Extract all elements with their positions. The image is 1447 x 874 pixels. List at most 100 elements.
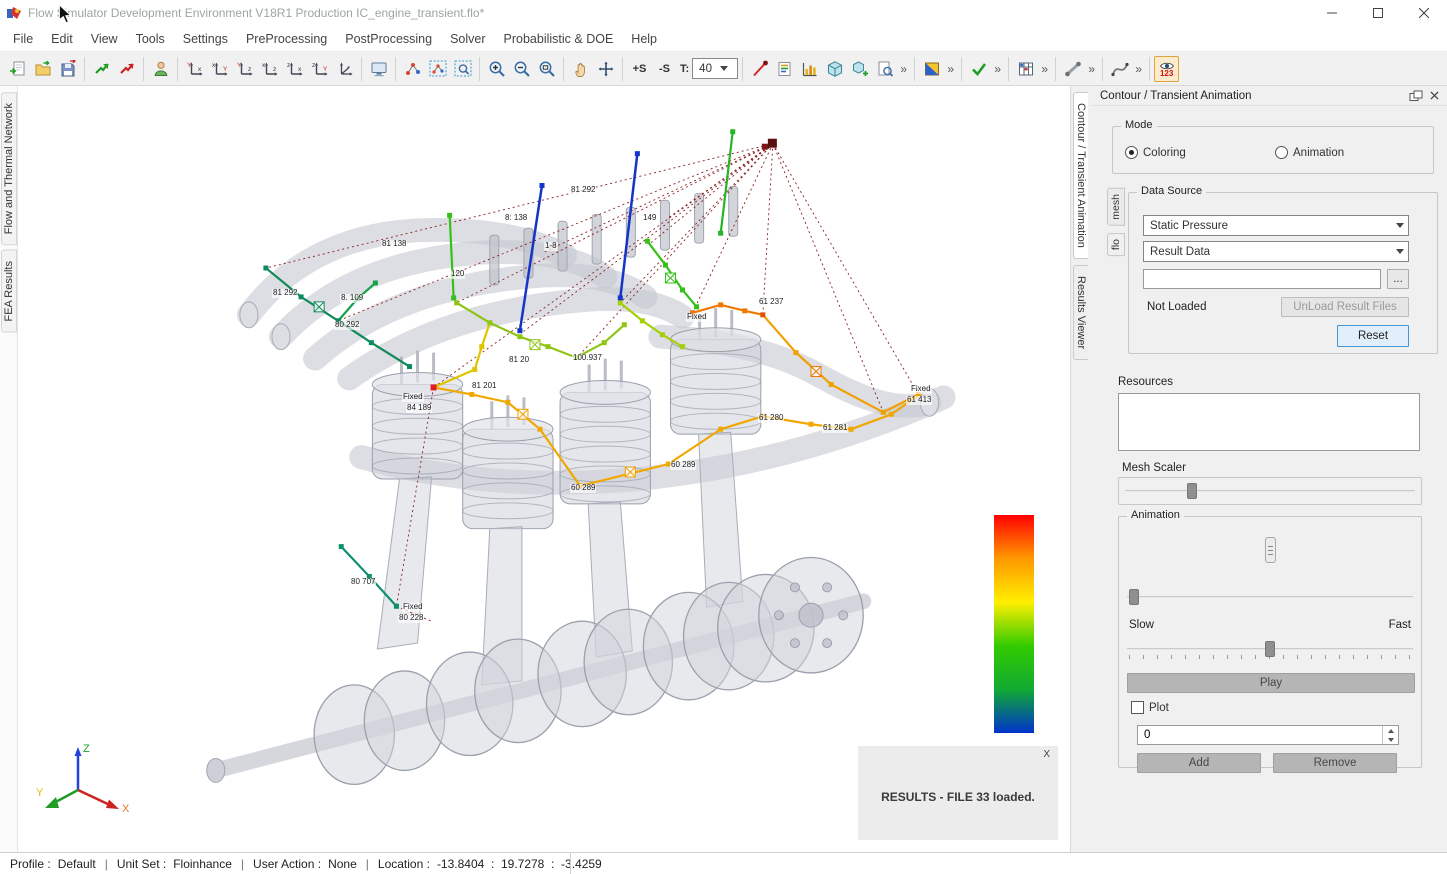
node-label: Fixed	[402, 393, 424, 402]
menu-probabilistic-doe[interactable]: Probabilistic & DOE	[495, 28, 623, 50]
remove-button[interactable]: Remove	[1273, 753, 1397, 773]
tab-flo[interactable]: flo	[1107, 233, 1125, 256]
toolbar-overflow-icon[interactable]: »	[1132, 56, 1145, 82]
reset-button[interactable]: Reset	[1337, 325, 1409, 347]
plot-checkbox-label: Plot	[1149, 702, 1169, 714]
animation-radio[interactable]: Animation	[1275, 146, 1344, 159]
solid-view-button[interactable]	[822, 56, 847, 82]
slider-thumb[interactable]	[1129, 589, 1139, 605]
menu-postprocessing[interactable]: PostProcessing	[336, 28, 441, 50]
unit-set-value: Floinhance	[173, 857, 232, 871]
connection-button[interactable]	[1060, 56, 1085, 82]
result-file-input[interactable]	[1143, 269, 1381, 289]
add-button[interactable]: Add	[1137, 753, 1261, 773]
menu-file[interactable]: File	[4, 28, 42, 50]
speed-slider[interactable]	[1127, 639, 1413, 663]
frame-spinner[interactable]	[1137, 725, 1399, 745]
display-settings-button[interactable]	[366, 56, 391, 82]
tab-fea-results[interactable]: FEA Results	[1, 250, 17, 333]
show-labels-button[interactable]: +S	[627, 56, 652, 82]
toolbar-overflow-icon[interactable]: »	[1038, 56, 1051, 82]
coloring-radio[interactable]: Coloring	[1125, 146, 1186, 159]
tab-mesh[interactable]: mesh	[1107, 188, 1125, 226]
viewport-3d[interactable]: 81 2928: 13881 1381491-81208. 10981 2928…	[18, 86, 1070, 852]
pan-button[interactable]	[568, 56, 593, 82]
menu-solver[interactable]: Solver	[441, 28, 494, 50]
resources-list[interactable]	[1118, 393, 1420, 451]
browse-button[interactable]: ...	[1387, 269, 1409, 289]
float-panel-icon[interactable]	[1407, 88, 1425, 104]
results-message: RESULTS - FILE 33 loaded.	[858, 790, 1058, 804]
unload-results-button[interactable]: UnLoad Result Files	[1281, 297, 1409, 317]
view-orient-yx-button[interactable]: xY	[207, 56, 232, 82]
zoom-window-button[interactable]	[534, 56, 559, 82]
text-size-combo[interactable]: 40	[692, 58, 738, 79]
hide-labels-button[interactable]: -S	[652, 56, 677, 82]
frame-spinner-input[interactable]	[1144, 729, 1347, 741]
minimize-button[interactable]	[1309, 0, 1355, 26]
dropdown-arrow-icon	[1396, 249, 1404, 254]
refresh-network-button[interactable]	[114, 56, 139, 82]
maximize-button[interactable]	[1355, 0, 1401, 26]
toolbar-overflow-icon[interactable]: »	[897, 56, 910, 82]
toolbar-overflow-icon[interactable]: »	[944, 56, 957, 82]
spinner-buttons[interactable]	[1382, 726, 1398, 744]
view-orient-yz-button[interactable]: Yz	[232, 56, 257, 82]
slider-thumb[interactable]	[1187, 483, 1197, 499]
view-orient-iso-button[interactable]	[332, 56, 357, 82]
show-values-button[interactable]: 123	[1154, 56, 1179, 82]
toolbar-overflow-icon[interactable]: »	[991, 56, 1004, 82]
menu-edit[interactable]: Edit	[42, 28, 82, 50]
menu-preprocessing[interactable]: PreProcessing	[237, 28, 336, 50]
node-label: 100.937	[572, 354, 603, 363]
slider-thumb[interactable]	[1265, 641, 1275, 657]
tab-flow-thermal-network[interactable]: Flow and Thermal Network	[1, 92, 17, 245]
probe-button[interactable]	[747, 56, 772, 82]
menu-help[interactable]: Help	[622, 28, 666, 50]
view-orient-xz-button[interactable]: xz	[257, 56, 282, 82]
import-model-button[interactable]	[5, 56, 30, 82]
toolbar-overflow-icon[interactable]: »	[1085, 56, 1098, 82]
tab-results-viewer[interactable]: Results Viewer	[1073, 265, 1088, 360]
save-model-button[interactable]	[55, 56, 80, 82]
spinner-up-icon[interactable]	[1383, 726, 1398, 735]
play-button[interactable]: Play	[1127, 673, 1415, 693]
open-model-button[interactable]	[30, 56, 55, 82]
zoom-out-button[interactable]	[509, 56, 534, 82]
menu-tools[interactable]: Tools	[127, 28, 174, 50]
message-close-icon[interactable]: X	[1043, 749, 1050, 760]
close-panel-icon[interactable]	[1425, 88, 1443, 104]
view-orient-zy-button[interactable]: zY	[307, 56, 332, 82]
zoom-in-button[interactable]	[484, 56, 509, 82]
source-dropdown[interactable]: Static Pressure	[1143, 215, 1409, 236]
data-dropdown[interactable]: Result Data	[1143, 241, 1409, 262]
network-select-button[interactable]	[425, 56, 450, 82]
close-button[interactable]	[1401, 0, 1447, 26]
plot-checkbox[interactable]: Plot	[1131, 701, 1169, 714]
tab-contour-transient-animation[interactable]: Contour / Transient Animation	[1073, 92, 1088, 259]
view-orient-zx-button[interactable]: zx	[282, 56, 307, 82]
contour-button[interactable]	[919, 56, 944, 82]
frame-handle[interactable]	[1265, 537, 1276, 563]
network-fit-button[interactable]	[450, 56, 475, 82]
mesh-scaler-slider[interactable]	[1125, 481, 1415, 501]
curve-editor-button[interactable]	[1107, 56, 1132, 82]
user-profile-button[interactable]	[148, 56, 173, 82]
node-label: 61 280	[758, 414, 784, 423]
update-network-button[interactable]	[89, 56, 114, 82]
result-setup-button[interactable]	[772, 56, 797, 82]
spinner-down-icon[interactable]	[1383, 735, 1398, 744]
menu-settings[interactable]: Settings	[174, 28, 237, 50]
results-table-button[interactable]	[1013, 56, 1038, 82]
menu-view[interactable]: View	[82, 28, 127, 50]
move-button[interactable]	[593, 56, 618, 82]
inspect-button[interactable]	[872, 56, 897, 82]
network-display-button[interactable]	[400, 56, 425, 82]
view-orient-xy-button[interactable]: Yx	[182, 56, 207, 82]
axis-triad: Z X Y	[36, 738, 136, 822]
check-model-button[interactable]	[966, 56, 991, 82]
node-label: Fixed	[402, 603, 424, 612]
frame-slider[interactable]	[1127, 587, 1413, 607]
add-component-button[interactable]	[847, 56, 872, 82]
chart-button[interactable]	[797, 56, 822, 82]
